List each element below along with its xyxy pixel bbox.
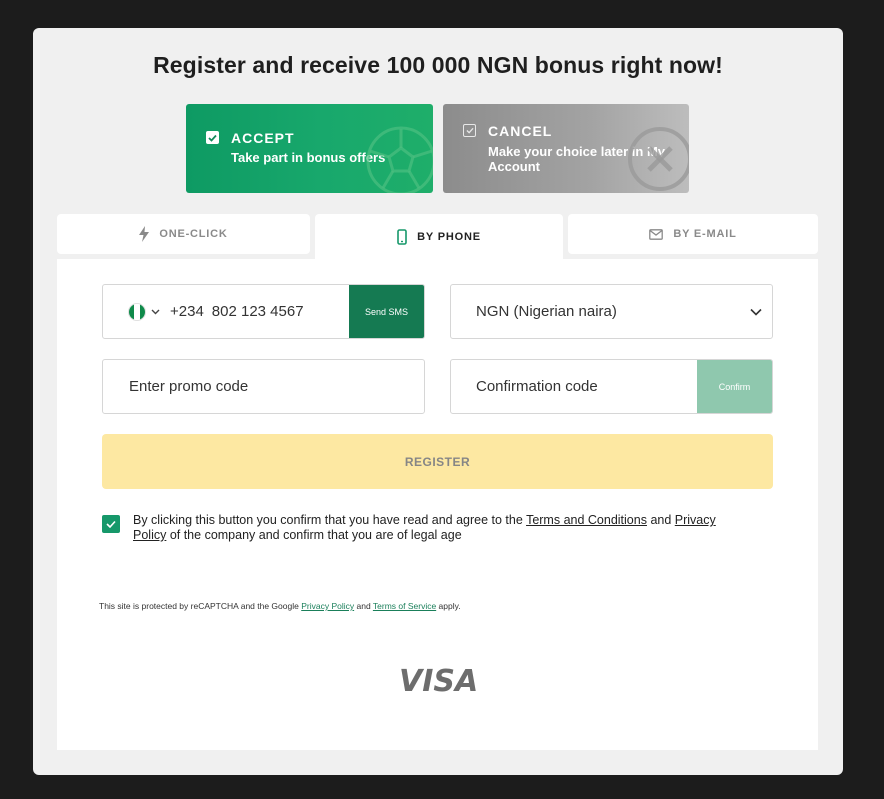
recaptcha-text-part: and (354, 601, 373, 611)
phone-icon (397, 229, 407, 245)
nigeria-flag-icon[interactable] (128, 302, 146, 321)
lightning-icon (139, 226, 150, 242)
accept-bonus-card[interactable]: ACCEPT Take part in bonus offers (186, 104, 433, 193)
confirmation-code-placeholder: Confirmation code (476, 378, 598, 395)
chevron-down-icon[interactable] (151, 309, 160, 315)
recaptcha-notice: This site is protected by reCAPTCHA and … (99, 601, 461, 611)
confirm-button[interactable]: Confirm (697, 360, 772, 413)
phone-country-code: +234 (170, 303, 204, 320)
cancel-bonus-card[interactable]: CANCEL Make your choice later in My Acco… (443, 104, 689, 193)
agreement-text-part: By clicking this button you confirm that… (133, 513, 527, 527)
confirmation-code-input[interactable]: Confirmation code Confirm (450, 359, 773, 414)
chevron-down-icon (750, 308, 762, 316)
terms-link[interactable]: Terms and Conditions (526, 513, 647, 527)
football-icon (366, 126, 433, 193)
tab-one-click-label: ONE-CLICK (159, 228, 228, 240)
phone-field[interactable]: +234 802 123 4567 Send SMS (102, 284, 425, 339)
promo-code-placeholder: Enter promo code (129, 378, 249, 395)
tab-by-phone[interactable]: BY PHONE (315, 214, 563, 260)
currency-select[interactable]: NGN (Nigerian naira) (450, 284, 773, 339)
currency-value: NGN (Nigerian naira) (476, 303, 617, 320)
promo-code-input[interactable]: Enter promo code (102, 359, 425, 414)
send-sms-button[interactable]: Send SMS (349, 285, 424, 338)
checkbox-unchecked-icon (463, 124, 476, 137)
register-button[interactable]: REGISTER (102, 434, 773, 489)
checkmark-icon (106, 520, 116, 528)
google-privacy-link[interactable]: Privacy Policy (301, 601, 354, 611)
agreement-text: By clicking this button you confirm that… (133, 513, 743, 543)
tab-by-phone-label: BY PHONE (417, 231, 481, 243)
tab-one-click[interactable]: ONE-CLICK (57, 214, 310, 254)
phone-number-input[interactable]: 802 123 4567 (212, 303, 304, 320)
tab-by-email[interactable]: BY E-MAIL (568, 214, 818, 254)
envelope-icon (649, 228, 664, 240)
cancel-bonus-title: CANCEL (488, 123, 553, 139)
recaptcha-text-part: apply. (436, 601, 461, 611)
visa-logo: VISA (399, 664, 479, 699)
recaptcha-text-part: This site is protected by reCAPTCHA and … (99, 601, 302, 611)
tab-by-email-label: BY E-MAIL (673, 228, 737, 240)
agreement-checkbox[interactable] (102, 515, 120, 533)
registration-modal: Register and receive 100 000 NGN bonus r… (33, 28, 843, 775)
checkbox-checked-icon (206, 131, 219, 144)
agreement-text-part: and (646, 513, 675, 527)
google-terms-link[interactable]: Terms of Service (373, 601, 436, 611)
page-title: Register and receive 100 000 NGN bonus r… (153, 52, 723, 78)
close-circle-icon (628, 127, 689, 191)
agreement-text-part: of the company and confirm that you are … (166, 528, 462, 542)
accept-bonus-title: ACCEPT (231, 130, 295, 146)
registration-form: +234 802 123 4567 Send SMS NGN (Nigerian… (57, 259, 818, 750)
